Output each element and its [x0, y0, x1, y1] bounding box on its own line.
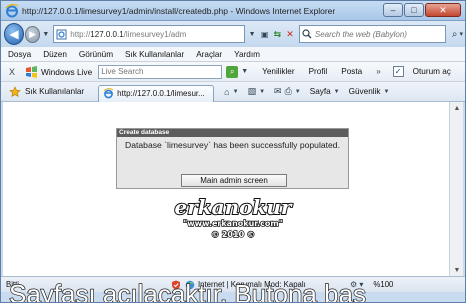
menu-araclar[interactable]: Araçlar [196, 50, 222, 59]
refresh-icon[interactable]: ⇆ [272, 28, 284, 41]
search-options-dropdown-icon[interactable]: ▾ [459, 30, 463, 38]
live-search-dropdown-icon[interactable]: ▼ [241, 68, 248, 75]
menu-bar: Dosya Düzen Görünüm Sık Kullanılanlar Ar… [1, 47, 465, 62]
brand-url: "www.erkanokur.com" [182, 218, 283, 229]
tab-title: http://127.0.0.1/limesur... [117, 89, 205, 98]
compatibility-view-icon[interactable]: ▣ [259, 28, 271, 41]
menu-yardim[interactable]: Yardım [234, 50, 260, 59]
scroll-up-icon[interactable]: ▲ [450, 102, 464, 114]
toolbar-link-yenilikler[interactable]: Yenilikler [262, 67, 294, 76]
search-icon [302, 29, 312, 39]
browser-tab[interactable]: http://127.0.0.1/limesur... [98, 84, 215, 102]
scroll-down-icon[interactable]: ▼ [450, 264, 464, 276]
toolbar-close-button[interactable]: X [9, 67, 19, 77]
menu-dosya[interactable]: Dosya [8, 50, 31, 59]
favorites-button[interactable]: Sık Kullanılanlar [25, 87, 84, 96]
forward-button[interactable]: ▶ [24, 25, 41, 43]
address-dropdown-icon[interactable]: ▼ [246, 28, 258, 41]
address-host: 127.0.0.1 [90, 29, 124, 39]
watermark-brand: erkanokur "www.erkanokur.com" © 2010 © [173, 195, 293, 240]
home-icon[interactable]: ⌂ [224, 87, 229, 97]
window-title: http://127.0.0.1/limesurvey1/admin/insta… [22, 5, 336, 16]
ie-logo-icon [5, 3, 19, 18]
menu-sik-kullanilanlar[interactable]: Sık Kullanılanlar [125, 50, 184, 59]
page-icon [56, 29, 67, 39]
sign-in-link[interactable]: Oturum aç [413, 67, 451, 76]
security-menu-dropdown-icon[interactable]: ▼ [383, 89, 389, 95]
vertical-scrollbar[interactable]: ▲ ▼ [449, 102, 463, 276]
main-admin-screen-button[interactable]: Main admin screen [181, 174, 287, 187]
toolbar-link-posta[interactable]: Posta [341, 67, 362, 76]
command-bar: ⌂ ▼ ▧ ▼ ✉ ⎙ ▼ Sayfa ▼ Güvenlik ▼ [224, 86, 398, 97]
address-path: /limesurvey1/adm [123, 29, 187, 39]
navigation-bar: ◀ ▶ ▼ http://127.0.0.1/limesurvey1/adm ▼… [1, 21, 465, 47]
toolbar-link-profil[interactable]: Profil [309, 67, 328, 76]
maximize-button[interactable]: □ [404, 3, 424, 17]
toolbar-check-icon[interactable]: ✓ [392, 66, 404, 77]
menu-gorunum[interactable]: Görünüm [79, 50, 113, 59]
windows-live-toolbar: X Windows Live ⌕ ▼ Yenilikler Profil Pos… [1, 62, 465, 82]
panel-header: Create database [117, 129, 348, 137]
windows-live-logo-icon [26, 66, 37, 78]
close-button[interactable]: ✕ [425, 3, 461, 17]
live-search-input[interactable] [101, 67, 202, 76]
minimize-button[interactable]: – [383, 3, 403, 17]
title-bar: http://127.0.0.1/limesurvey1/admin/insta… [1, 1, 465, 21]
menu-duzen[interactable]: Düzen [43, 50, 67, 59]
browser-window: http://127.0.0.1/limesurvey1/admin/insta… [0, 0, 466, 303]
search-go-icon[interactable]: ⌕ [452, 29, 458, 40]
mail-icon[interactable]: ✉ [274, 86, 282, 97]
favorites-bar: Sık Kullanılanlar http://127.0.0.1/limes… [1, 82, 465, 102]
page-content: Create database Database `limesurvey` ha… [3, 102, 451, 276]
toolbar-more-icon[interactable]: » [376, 67, 380, 76]
search-input[interactable] [314, 29, 445, 39]
windows-live-label[interactable]: Windows Live [41, 67, 92, 77]
home-dropdown-icon[interactable]: ▼ [233, 89, 239, 95]
window-controls: – □ ✕ [382, 3, 461, 17]
success-message: Database `limesurvey` has been successfu… [125, 140, 340, 150]
favorites-star-icon [9, 85, 21, 97]
create-database-panel: Create database Database `limesurvey` ha… [116, 128, 349, 189]
back-button[interactable]: ◀ [4, 23, 24, 45]
security-menu[interactable]: Güvenlik [349, 87, 381, 96]
print-icon[interactable]: ⎙ [285, 86, 292, 97]
print-dropdown-icon[interactable]: ▼ [295, 89, 301, 95]
page-menu-dropdown-icon[interactable]: ▼ [334, 89, 340, 95]
address-scheme: http:// [70, 29, 91, 39]
stop-icon[interactable]: ✕ [284, 28, 296, 41]
address-bar[interactable]: http://127.0.0.1/limesurvey1/adm [53, 25, 246, 43]
live-search-go-icon[interactable]: ⌕ [226, 65, 239, 78]
feeds-dropdown-icon[interactable]: ▼ [259, 89, 265, 95]
video-caption: Sayfası açılacaktır. Butona bas [8, 279, 366, 303]
search-box[interactable] [298, 25, 446, 43]
page-menu[interactable]: Sayfa [310, 87, 331, 96]
recent-pages-dropdown-icon[interactable]: ▼ [42, 31, 49, 38]
brand-logo-text: erkanokur [174, 195, 293, 219]
live-search-box[interactable] [98, 64, 223, 79]
feeds-icon[interactable]: ▧ [248, 86, 257, 97]
brand-copyright: © 2010 © [210, 229, 255, 240]
tab-page-icon [103, 88, 114, 99]
